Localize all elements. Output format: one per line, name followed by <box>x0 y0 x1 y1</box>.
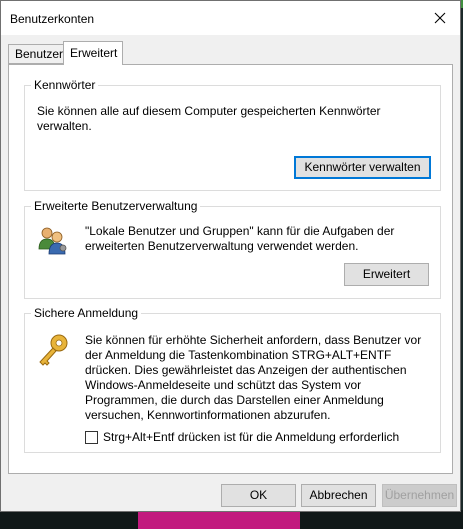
desktop-background-item <box>138 512 300 529</box>
advanced-button[interactable]: Erweitert <box>344 263 429 286</box>
manage-passwords-button[interactable]: Kennwörter verwalten <box>294 156 431 179</box>
passwords-group-label: Kennwörter <box>31 78 99 92</box>
advanced-user-management-group: Erweiterte Benutzerverwaltung "Lokale Be… <box>24 199 441 299</box>
secure-login-group: Sichere Anmeldung Sie können für erhöhte… <box>24 306 441 453</box>
users-group-icon <box>38 227 67 255</box>
ok-button[interactable]: OK <box>221 484 296 507</box>
close-icon <box>434 12 446 24</box>
title-bar: Benutzerkonten <box>1 1 460 35</box>
advanced-description: "Lokale Benutzer und Gruppen" kann für d… <box>85 224 395 253</box>
secure-login-group-label: Sichere Anmeldung <box>31 306 142 320</box>
passwords-description: Sie können alle auf diesem Computer gesp… <box>37 104 381 133</box>
tab-benutzer[interactable]: Benutzer <box>8 44 64 64</box>
ctrl-alt-del-checkbox-label[interactable]: Strg+Alt+Entf drücken ist für die Anmeld… <box>103 430 399 445</box>
window-title: Benutzerkonten <box>10 12 95 26</box>
cancel-button[interactable]: Abbrechen <box>301 484 376 507</box>
close-button[interactable] <box>420 1 460 35</box>
tab-erweitert[interactable]: Erweitert <box>63 41 123 65</box>
user-accounts-dialog: Benutzerkonten Benutzer Erweitert Kennwö… <box>0 0 461 512</box>
secure-login-description: Sie können für erhöhte Sicherheit anford… <box>85 333 422 422</box>
passwords-group: Kennwörter Sie können alle auf diesem Co… <box>24 78 441 191</box>
advanced-group-label: Erweiterte Benutzerverwaltung <box>31 199 201 213</box>
key-icon <box>39 334 68 366</box>
apply-button[interactable]: Übernehmen <box>382 484 457 507</box>
tab-panel-erweitert: Kennwörter Sie können alle auf diesem Co… <box>8 64 453 474</box>
ctrl-alt-del-checkbox[interactable] <box>85 431 98 444</box>
